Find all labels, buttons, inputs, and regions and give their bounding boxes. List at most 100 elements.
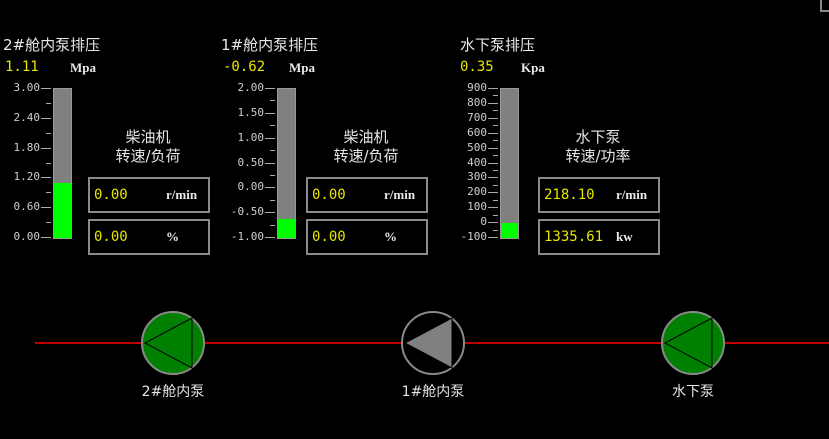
pressure-bar: [500, 88, 519, 239]
speed-box: 0.00 r/min: [88, 177, 210, 213]
gauge-title: 1#舱内泵排压: [221, 36, 319, 54]
tick-label: 600: [467, 125, 487, 139]
tick-label: 900: [467, 81, 487, 94]
pressure-unit: Mpa: [289, 60, 315, 75]
tick-label: 1.50: [237, 105, 265, 119]
gauge-title: 水下泵排压: [460, 36, 536, 54]
tick-mark: [488, 192, 498, 194]
tick-label: 0.00: [237, 180, 265, 194]
tick-mark: [488, 132, 498, 134]
minor-tick: [46, 192, 51, 194]
tick-mark: [488, 207, 498, 209]
minor-tick: [493, 140, 498, 142]
pressure-bar: [53, 88, 72, 239]
minor-tick: [493, 95, 498, 97]
minor-tick: [493, 199, 498, 201]
minor-tick: [493, 125, 498, 127]
tick-label: 0.50: [237, 155, 265, 169]
minor-tick: [493, 184, 498, 186]
tick-label: 0.60: [13, 200, 41, 214]
pump-icon[interactable]: [660, 310, 726, 376]
load-value: 0.00: [312, 229, 346, 245]
minor-tick: [270, 174, 275, 176]
window-corner: [820, 0, 829, 12]
engine-subtitle: 转速/负荷: [333, 147, 399, 165]
pressure-unit: Kpa: [521, 60, 545, 75]
load-unit: kw: [616, 229, 633, 244]
speed-unit: r/min: [166, 187, 198, 202]
engine-title: 水下泵: [575, 128, 621, 146]
tick-label: -1.00: [230, 230, 264, 243]
tick-label: 1.80: [13, 140, 41, 154]
speed-unit: r/min: [616, 187, 648, 202]
minor-tick: [270, 100, 275, 102]
tick-mark: [488, 88, 498, 89]
tick-label: -100: [460, 230, 488, 243]
pressure-bar: [277, 88, 296, 239]
pressure-value: 0.35: [460, 59, 494, 75]
pump-label: 1#舱内泵: [401, 384, 465, 400]
tick-mark: [488, 237, 498, 238]
tick-label: 3.00: [13, 81, 41, 94]
tick-label: 100: [467, 200, 487, 214]
tick-mark: [488, 117, 498, 119]
engine-subtitle: 转速/负荷: [115, 147, 181, 165]
tick-label: 1.20: [13, 170, 41, 184]
pump-monitor-screen: 2#舱内泵排压 1.11 Mpa 3.00 2.40 1.80 1.20 0.6…: [0, 0, 829, 439]
pump-icon[interactable]: [140, 310, 206, 376]
tick-label: 1.00: [237, 130, 265, 144]
load-unit: %: [166, 229, 179, 244]
gauge-title: 2#舱内泵排压: [3, 36, 101, 54]
engine-title: 柴油机: [343, 128, 389, 146]
tick-mark: [265, 112, 275, 114]
tick-label: 800: [467, 95, 487, 109]
tick-label: -0.50: [230, 205, 264, 219]
minor-tick: [270, 125, 275, 127]
tick-label: 2.40: [13, 110, 41, 124]
minor-tick: [46, 102, 51, 104]
speed-box: 0.00 r/min: [306, 177, 428, 213]
engine-title: 柴油机: [125, 128, 171, 146]
tick-label: 0: [480, 215, 487, 229]
tick-mark: [265, 162, 275, 164]
pump-label: 2#舱内泵: [141, 384, 205, 400]
pump-icon[interactable]: [400, 310, 466, 376]
minor-tick: [270, 224, 275, 226]
load-box: 0.00%: [88, 219, 210, 255]
tick-mark: [488, 222, 498, 224]
speed-value: 218.10: [544, 187, 595, 203]
tick-mark: [265, 237, 275, 238]
pressure-bar-fill: [501, 223, 518, 238]
load-value: 0.00: [94, 229, 128, 245]
tick-label: 700: [467, 110, 487, 124]
pressure-bar-fill: [278, 219, 295, 238]
tick-mark: [488, 102, 498, 104]
tick-mark: [265, 212, 275, 214]
load-unit: %: [384, 229, 397, 244]
tick-mark: [488, 147, 498, 149]
pressure-unit: Mpa: [70, 60, 96, 75]
pump-label: 水下泵: [672, 384, 714, 400]
tick-mark: [41, 237, 51, 238]
load-box: 0.00%: [306, 219, 428, 255]
minor-tick: [46, 162, 51, 164]
speed-value: 0.00: [312, 187, 346, 203]
tick-mark: [488, 177, 498, 179]
pressure-bar-fill: [54, 182, 71, 238]
minor-tick: [46, 222, 51, 224]
tick-mark: [265, 137, 275, 139]
tick-label: 200: [467, 185, 487, 199]
speed-value: 0.00: [94, 187, 128, 203]
tick-label: 400: [467, 155, 487, 169]
pressure-value: 1.11: [5, 59, 39, 75]
tick-mark: [41, 147, 51, 149]
minor-tick: [270, 199, 275, 201]
tick-label: 0.00: [13, 230, 41, 243]
tick-mark: [41, 207, 51, 209]
load-box: 1335.61 kw: [538, 219, 660, 255]
minor-tick: [493, 169, 498, 171]
tick-mark: [265, 88, 275, 89]
engine-subtitle: 转速/功率: [565, 147, 631, 165]
tick-label: 2.00: [237, 81, 265, 94]
tick-mark: [41, 117, 51, 119]
